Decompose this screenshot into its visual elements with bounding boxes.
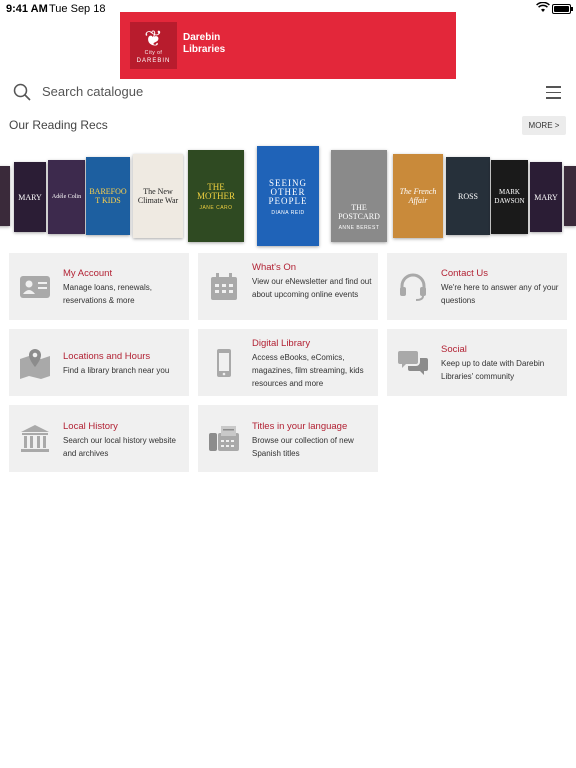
book-author: JANE CARO [199, 205, 233, 211]
bird-logo-icon: ❦ [144, 25, 163, 51]
book-author: ANNE BEREST [338, 225, 380, 231]
book-author: DIANA REID [271, 209, 305, 216]
status-date: Tue Sep 18 [49, 3, 106, 15]
book-cover[interactable]: MARK DAWSON [491, 160, 528, 234]
headset-icon [400, 273, 426, 301]
tile-title: My Account [63, 268, 113, 279]
tile-social[interactable]: Social Keep up to date with Darebin Libr… [387, 329, 567, 396]
tile-description: Find a library branch near you [63, 366, 170, 375]
tile-description: We're here to answer any of your questio… [441, 283, 559, 305]
battery-level [554, 6, 569, 12]
book-carousel[interactable]: MARY Adéle Colin BAREFOOT KIDS The New C… [0, 140, 576, 250]
phone-icon [217, 348, 231, 377]
logo-city-name: DAREBIN [136, 57, 171, 64]
tile-title: What's On [252, 262, 297, 273]
book-title [1, 194, 5, 198]
book-title: Adéle Colin [51, 193, 82, 200]
tile-title: Local History [63, 421, 118, 432]
brand-line-1: Darebin [183, 32, 221, 43]
book-cover[interactable] [564, 166, 576, 226]
book-cover[interactable]: The New Climate War [133, 154, 183, 238]
book-title: ROSS [457, 191, 478, 201]
book-title: MARY [534, 192, 558, 202]
book-title: BAREFOOT KIDS [89, 187, 127, 205]
darebin-logo: ❦ City of DAREBIN [130, 22, 177, 69]
wifi-icon [536, 2, 550, 12]
more-button[interactable]: MORE > [522, 116, 566, 135]
tile-title: Social [441, 344, 467, 355]
book-title: MARK DAWSON [494, 188, 525, 205]
tile-description: Browse our collection of new Spanish tit… [252, 436, 354, 458]
book-cover[interactable]: THE POSTCARD ANNE BEREST [331, 150, 387, 242]
tile-title: Digital Library [252, 338, 311, 349]
tile-whats-on[interactable]: What's On View our eNewsletter and find … [198, 253, 378, 320]
tile-description: Search our local history website and arc… [63, 436, 176, 458]
book-cover[interactable] [0, 166, 10, 226]
hamburger-menu-icon[interactable] [546, 86, 561, 99]
tile-description: Access eBooks, eComics, magazines, film … [252, 353, 364, 388]
tile-digital-library[interactable]: Digital Library Access eBooks, eComics, … [198, 329, 378, 396]
library-building-icon [21, 424, 49, 452]
brand-line-2: Libraries [183, 44, 226, 55]
book-title: SEEING OTHER PEOPLE [268, 177, 308, 206]
book-title: THE POSTCARD [338, 203, 380, 221]
search-input[interactable] [42, 84, 462, 99]
book-title: MARY [18, 192, 42, 202]
book-cover[interactable]: ROSS [446, 157, 490, 235]
book-cover[interactable]: MARY [530, 162, 562, 232]
fax-machine-icon [209, 425, 239, 451]
tile-title: Contact Us [441, 268, 488, 279]
header-banner: ❦ City of DAREBIN Darebin Libraries [120, 12, 456, 79]
tile-title: Titles in your language [252, 421, 348, 432]
tile-titles-in-your-language[interactable]: Titles in your language Browse our colle… [198, 405, 378, 472]
calendar-icon [211, 272, 237, 300]
book-cover-featured[interactable]: SEEING OTHER PEOPLE DIANA REID [257, 146, 319, 246]
book-title: THE MOTHER [197, 182, 235, 201]
tile-locations-and-hours[interactable]: Locations and Hours Find a library branc… [9, 329, 189, 396]
book-cover[interactable]: THE MOTHER JANE CARO [188, 150, 244, 242]
book-title: The New Climate War [137, 187, 179, 205]
tile-local-history[interactable]: Local History Search our local history w… [9, 405, 189, 472]
book-title [568, 194, 572, 198]
section-title-reading-recs: Our Reading Recs [9, 118, 108, 132]
map-pin-icon [20, 348, 50, 379]
tile-description: Keep up to date with Darebin Libraries' … [441, 359, 545, 381]
chat-bubbles-icon [398, 350, 428, 375]
search-icon[interactable] [13, 83, 31, 101]
book-cover[interactable]: The French Affair [393, 154, 443, 238]
tile-my-account[interactable]: My Account Manage loans, renewals, reser… [9, 253, 189, 320]
status-time: 9:41 AM [6, 3, 48, 15]
tile-title: Locations and Hours [63, 351, 151, 362]
book-cover[interactable]: MARY [14, 162, 46, 232]
search-bar [0, 80, 576, 106]
book-cover[interactable]: BAREFOOT KIDS [86, 157, 130, 235]
tile-description: View our eNewsletter and find out about … [252, 277, 372, 299]
book-cover[interactable]: Adéle Colin [48, 160, 85, 234]
logo-city-of: City of [144, 49, 163, 56]
battery-icon [552, 4, 573, 14]
book-title: The French Affair [399, 187, 437, 205]
tile-description: Manage loans, renewals, reservations & m… [63, 283, 152, 305]
brand-name: Darebin Libraries [183, 32, 225, 56]
contact-card-icon [20, 275, 50, 298]
tile-contact-us[interactable]: Contact Us We're here to answer any of y… [387, 253, 567, 320]
